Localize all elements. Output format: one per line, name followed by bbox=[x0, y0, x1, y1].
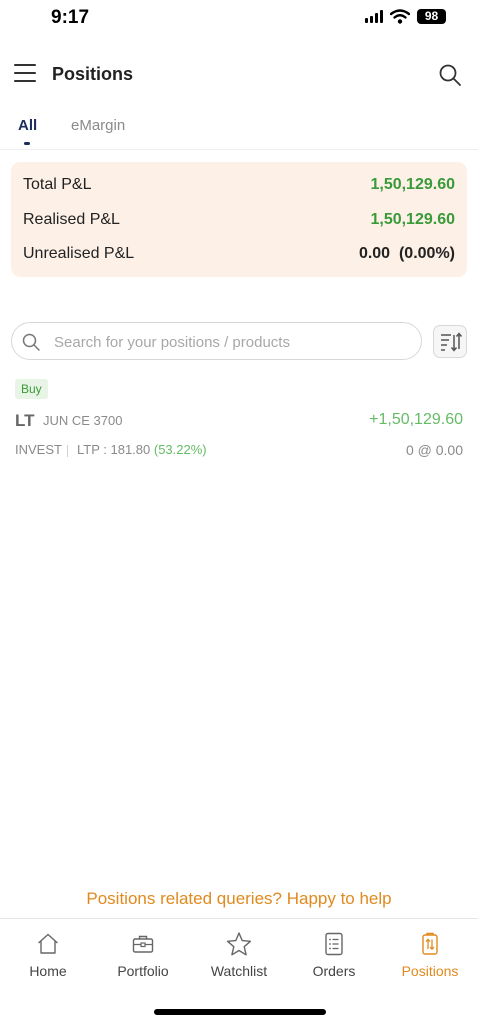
status-icons: 98 bbox=[365, 9, 446, 24]
position-row[interactable]: Buy LT JUN CE 3700 +1,50,129.60 INVEST L… bbox=[0, 378, 478, 468]
home-icon bbox=[38, 933, 58, 954]
cellular-signal-icon bbox=[365, 10, 383, 23]
search-icon[interactable] bbox=[438, 63, 462, 87]
position-pnl: +1,50,129.60 bbox=[369, 411, 463, 428]
divider bbox=[67, 445, 68, 457]
nav-orders[interactable]: Orders bbox=[286, 931, 382, 993]
position-ltp: LTP : 181.80 (53.22%) bbox=[77, 442, 207, 457]
home-indicator bbox=[154, 1009, 326, 1015]
orders-icon bbox=[325, 932, 343, 956]
position-symbol: LT bbox=[15, 411, 35, 430]
tab-emargin[interactable]: eMargin bbox=[71, 117, 125, 134]
search-icon bbox=[22, 333, 40, 351]
page-title: Positions bbox=[52, 64, 134, 84]
positions-search-input[interactable] bbox=[54, 331, 409, 353]
total-pnl-label: Total P&L bbox=[23, 176, 92, 193]
positions-search-box bbox=[11, 322, 422, 360]
active-tab-indicator bbox=[24, 142, 30, 145]
status-bar: 9:17 98 bbox=[0, 0, 478, 40]
position-tabs: All eMargin bbox=[0, 108, 478, 150]
briefcase-icon bbox=[132, 935, 154, 953]
ltp-value: LTP : 181.80 bbox=[77, 442, 151, 457]
buy-badge: Buy bbox=[15, 379, 48, 399]
nav-home[interactable]: Home bbox=[0, 931, 96, 993]
ltp-change: (53.22%) bbox=[153, 442, 207, 457]
position-qty-price: 0 @ 0.00 bbox=[405, 442, 463, 458]
star-icon bbox=[226, 932, 252, 956]
total-pnl-row: Total P&L 1,50,129.60 bbox=[23, 174, 455, 198]
nav-positions[interactable]: Positions bbox=[382, 931, 478, 993]
sort-filter-button[interactable] bbox=[433, 325, 467, 358]
sort-icon bbox=[441, 332, 463, 352]
realised-pnl-label: Realised P&L bbox=[23, 211, 120, 228]
unrealised-pnl-value: 0.00 (0.00%) bbox=[358, 245, 455, 262]
position-product-type: INVEST bbox=[15, 442, 62, 457]
nav-positions-label: Positions bbox=[401, 963, 459, 979]
pnl-summary-card: Total P&L 1,50,129.60 Realised P&L 1,50,… bbox=[11, 162, 467, 277]
hamburger-menu-icon[interactable] bbox=[14, 64, 36, 84]
total-pnl-value: 1,50,129.60 bbox=[370, 176, 455, 193]
unrealised-pnl-row: Unrealised P&L 0.00 (0.00%) bbox=[23, 243, 455, 267]
help-link[interactable]: Positions related queries? Happy to help bbox=[0, 889, 478, 909]
wifi-icon bbox=[390, 9, 410, 24]
status-time: 9:17 bbox=[51, 7, 90, 28]
nav-home-label: Home bbox=[29, 963, 67, 979]
tab-all[interactable]: All bbox=[18, 117, 37, 134]
unrealised-pnl-label: Unrealised P&L bbox=[23, 245, 135, 262]
nav-watchlist-label: Watchlist bbox=[210, 963, 268, 979]
position-contract: JUN CE 3700 bbox=[43, 413, 123, 428]
app-header: Positions bbox=[0, 55, 478, 95]
nav-portfolio[interactable]: Portfolio bbox=[95, 931, 191, 993]
nav-orders-label: Orders bbox=[312, 963, 356, 979]
battery-icon: 98 bbox=[417, 9, 446, 24]
realised-pnl-row: Realised P&L 1,50,129.60 bbox=[23, 209, 455, 233]
nav-portfolio-label: Portfolio bbox=[117, 963, 169, 979]
positions-icon bbox=[422, 932, 438, 955]
realised-pnl-value: 1,50,129.60 bbox=[370, 211, 455, 228]
nav-watchlist[interactable]: Watchlist bbox=[191, 931, 287, 993]
